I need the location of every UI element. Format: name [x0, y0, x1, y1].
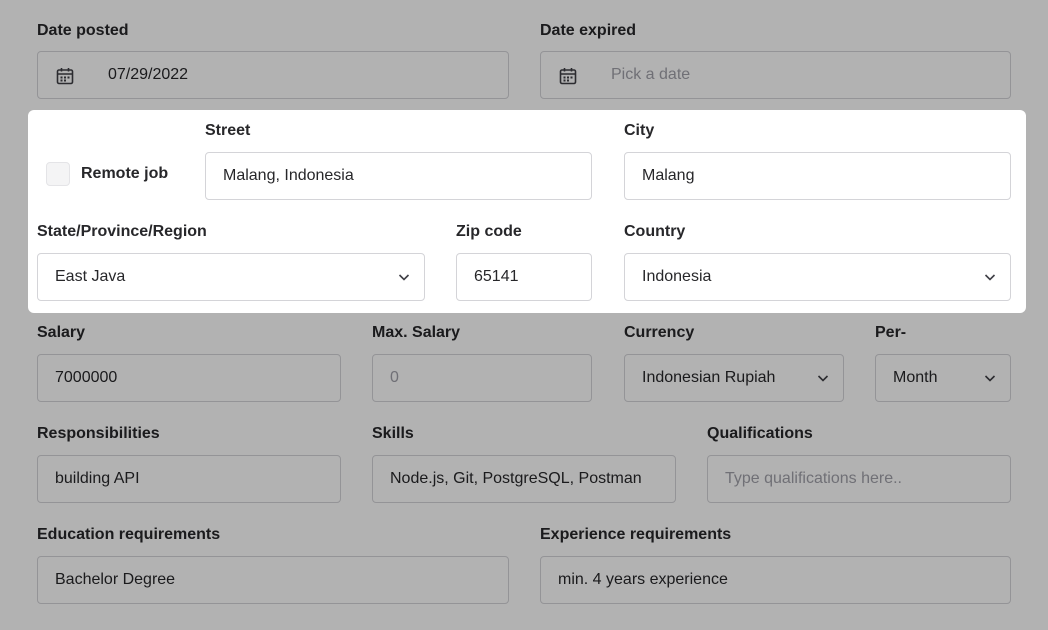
remote-job-checkbox[interactable]: [46, 162, 70, 186]
city-label: City: [624, 122, 655, 139]
chevron-down-icon: [984, 274, 996, 281]
job-form-page: Date posted 07/29/2022 Date expired Pick…: [0, 0, 1048, 630]
country-select[interactable]: Indonesia: [624, 253, 1011, 301]
zip-label: Zip code: [456, 223, 522, 240]
state-label: State/Province/Region: [37, 223, 207, 240]
state-select[interactable]: East Java: [37, 253, 425, 301]
country-value: Indonesia: [642, 268, 712, 285]
street-input[interactable]: Malang, Indonesia: [205, 152, 592, 200]
zip-input[interactable]: 65141: [456, 253, 592, 301]
street-label: Street: [205, 122, 251, 139]
city-input[interactable]: Malang: [624, 152, 1011, 200]
location-section: Remote job Street Malang, Indonesia City…: [0, 0, 1048, 630]
country-label: Country: [624, 223, 686, 240]
chevron-down-icon: [398, 274, 410, 281]
remote-job-label: Remote job: [81, 165, 169, 182]
state-value: East Java: [55, 268, 126, 285]
